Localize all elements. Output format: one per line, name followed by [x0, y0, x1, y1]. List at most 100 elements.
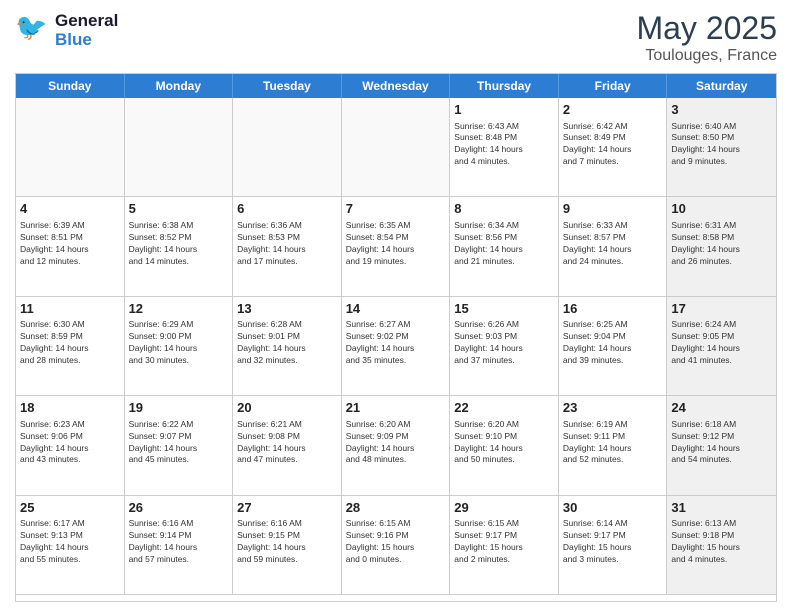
- cell-info: Sunrise: 6:31 AM Sunset: 8:58 PM Dayligh…: [671, 220, 772, 268]
- cell-info: Sunrise: 6:34 AM Sunset: 8:56 PM Dayligh…: [454, 220, 554, 268]
- calendar-cell: 7 Sunrise: 6:35 AM Sunset: 8:54 PM Daylig…: [342, 197, 451, 296]
- calendar-cell: 22 Sunrise: 6:20 AM Sunset: 9:10 PM Dayli…: [450, 396, 559, 495]
- day-number: 1: [454, 101, 554, 119]
- calendar-cell: 5 Sunrise: 6:38 AM Sunset: 8:52 PM Daylig…: [125, 197, 234, 296]
- calendar-cell: 12Sunrise: 6:29 AM Sunset: 9:00 PM Dayli…: [125, 297, 234, 396]
- day-header: Thursday: [450, 74, 559, 98]
- calendar-cell: 29Sunrise: 6:15 AM Sunset: 9:17 PM Dayli…: [450, 496, 559, 595]
- calendar-cell: 4 Sunrise: 6:39 AM Sunset: 8:51 PM Daylig…: [16, 197, 125, 296]
- cell-info: Sunrise: 6:39 AM Sunset: 8:51 PM Dayligh…: [20, 220, 120, 268]
- calendar-cell: 28Sunrise: 6:15 AM Sunset: 9:16 PM Dayli…: [342, 496, 451, 595]
- calendar-cell: [342, 98, 451, 197]
- cell-info: Sunrise: 6:35 AM Sunset: 8:54 PM Dayligh…: [346, 220, 446, 268]
- calendar-cell: 19 Sunrise: 6:22 AM Sunset: 9:07 PM Dayli…: [125, 396, 234, 495]
- day-number: 12: [129, 300, 229, 318]
- cell-info: Sunrise: 6:15 AM Sunset: 9:16 PM Dayligh…: [346, 518, 446, 566]
- day-number: 3: [671, 101, 772, 119]
- day-header: Monday: [125, 74, 234, 98]
- cell-info: Sunrise: 6:13 AM Sunset: 9:18 PM Dayligh…: [671, 518, 772, 566]
- cell-info: Sunrise: 6:23 AM Sunset: 9:06 PM Dayligh…: [20, 419, 120, 467]
- cell-info: Sunrise: 6:42 AM Sunset: 8:49 PM Dayligh…: [563, 121, 663, 169]
- svg-text:🐦: 🐦: [15, 12, 47, 42]
- calendar-cell: [16, 98, 125, 197]
- cell-info: Sunrise: 6:18 AM Sunset: 9:12 PM Dayligh…: [671, 419, 772, 467]
- day-header: Friday: [559, 74, 668, 98]
- calendar-cell: [233, 98, 342, 197]
- logo: 🐦 General Blue: [15, 10, 118, 51]
- day-number: 6: [237, 200, 337, 218]
- day-number: 18: [20, 399, 120, 417]
- day-number: 24: [671, 399, 772, 417]
- calendar-cell: 6 Sunrise: 6:36 AM Sunset: 8:53 PM Daylig…: [233, 197, 342, 296]
- calendar-cell: 3Sunrise: 6:40 AM Sunset: 8:50 PM Daylig…: [667, 98, 776, 197]
- calendar-cell: 26Sunrise: 6:16 AM Sunset: 9:14 PM Dayli…: [125, 496, 234, 595]
- calendar-cell: 21 Sunrise: 6:20 AM Sunset: 9:09 PM Dayli…: [342, 396, 451, 495]
- cell-info: Sunrise: 6:38 AM Sunset: 8:52 PM Dayligh…: [129, 220, 229, 268]
- day-number: 26: [129, 499, 229, 517]
- calendar-cell: 20Sunrise: 6:21 AM Sunset: 9:08 PM Dayli…: [233, 396, 342, 495]
- day-number: 16: [563, 300, 663, 318]
- logo-icon: 🐦: [15, 10, 51, 46]
- day-number: 20: [237, 399, 337, 417]
- day-number: 9: [563, 200, 663, 218]
- day-number: 2: [563, 101, 663, 119]
- cell-info: Sunrise: 6:26 AM Sunset: 9:03 PM Dayligh…: [454, 319, 554, 367]
- day-number: 7: [346, 200, 446, 218]
- day-header: Wednesday: [342, 74, 451, 98]
- title-area: May 2025 Toulouges, France: [636, 10, 777, 65]
- calendar-cell: 13Sunrise: 6:28 AM Sunset: 9:01 PM Dayli…: [233, 297, 342, 396]
- day-headers: SundayMondayTuesdayWednesdayThursdayFrid…: [16, 74, 776, 98]
- cell-info: Sunrise: 6:24 AM Sunset: 9:05 PM Dayligh…: [671, 319, 772, 367]
- calendar: SundayMondayTuesdayWednesdayThursdayFrid…: [15, 73, 777, 602]
- calendar-cell: 8 Sunrise: 6:34 AM Sunset: 8:56 PM Daylig…: [450, 197, 559, 296]
- cell-info: Sunrise: 6:15 AM Sunset: 9:17 PM Dayligh…: [454, 518, 554, 566]
- cell-info: Sunrise: 6:30 AM Sunset: 8:59 PM Dayligh…: [20, 319, 120, 367]
- day-number: 14: [346, 300, 446, 318]
- day-number: 17: [671, 300, 772, 318]
- location: Toulouges, France: [636, 47, 777, 65]
- calendar-cell: 18 Sunrise: 6:23 AM Sunset: 9:06 PM Dayli…: [16, 396, 125, 495]
- cell-info: Sunrise: 6:43 AM Sunset: 8:48 PM Dayligh…: [454, 121, 554, 169]
- cell-info: Sunrise: 6:19 AM Sunset: 9:11 PM Dayligh…: [563, 419, 663, 467]
- cell-info: Sunrise: 6:14 AM Sunset: 9:17 PM Dayligh…: [563, 518, 663, 566]
- calendar-cell: 10 Sunrise: 6:31 AM Sunset: 8:58 PM Dayli…: [667, 197, 776, 296]
- day-number: 8: [454, 200, 554, 218]
- day-number: 21: [346, 399, 446, 417]
- calendar-cell: 23 Sunrise: 6:19 AM Sunset: 9:11 PM Dayli…: [559, 396, 668, 495]
- day-number: 5: [129, 200, 229, 218]
- day-number: 11: [20, 300, 120, 318]
- calendar-cell: 31Sunrise: 6:13 AM Sunset: 9:18 PM Dayli…: [667, 496, 776, 595]
- calendar-cell: 15Sunrise: 6:26 AM Sunset: 9:03 PM Dayli…: [450, 297, 559, 396]
- day-number: 15: [454, 300, 554, 318]
- day-header: Tuesday: [233, 74, 342, 98]
- day-number: 19: [129, 399, 229, 417]
- day-number: 13: [237, 300, 337, 318]
- day-number: 27: [237, 499, 337, 517]
- day-header: Sunday: [16, 74, 125, 98]
- calendar-cell: 24 Sunrise: 6:18 AM Sunset: 9:12 PM Dayli…: [667, 396, 776, 495]
- day-number: 10: [671, 200, 772, 218]
- cell-info: Sunrise: 6:16 AM Sunset: 9:15 PM Dayligh…: [237, 518, 337, 566]
- logo-text: General Blue: [55, 12, 118, 49]
- calendar-cell: 17Sunrise: 6:24 AM Sunset: 9:05 PM Dayli…: [667, 297, 776, 396]
- cell-info: Sunrise: 6:20 AM Sunset: 9:10 PM Dayligh…: [454, 419, 554, 467]
- day-number: 4: [20, 200, 120, 218]
- cell-info: Sunrise: 6:29 AM Sunset: 9:00 PM Dayligh…: [129, 319, 229, 367]
- cell-info: Sunrise: 6:36 AM Sunset: 8:53 PM Dayligh…: [237, 220, 337, 268]
- calendar-grid: 1 Sunrise: 6:43 AM Sunset: 8:48 PM Daylig…: [16, 98, 776, 595]
- calendar-cell: 27Sunrise: 6:16 AM Sunset: 9:15 PM Dayli…: [233, 496, 342, 595]
- header: 🐦 General Blue May 2025 Toulouges, Franc…: [15, 10, 777, 65]
- day-header: Saturday: [667, 74, 776, 98]
- logo-general: General: [55, 12, 118, 31]
- calendar-cell: 1 Sunrise: 6:43 AM Sunset: 8:48 PM Daylig…: [450, 98, 559, 197]
- cell-info: Sunrise: 6:33 AM Sunset: 8:57 PM Dayligh…: [563, 220, 663, 268]
- day-number: 23: [563, 399, 663, 417]
- calendar-cell: 25Sunrise: 6:17 AM Sunset: 9:13 PM Dayli…: [16, 496, 125, 595]
- cell-info: Sunrise: 6:22 AM Sunset: 9:07 PM Dayligh…: [129, 419, 229, 467]
- calendar-cell: 9 Sunrise: 6:33 AM Sunset: 8:57 PM Daylig…: [559, 197, 668, 296]
- calendar-cell: [125, 98, 234, 197]
- cell-info: Sunrise: 6:20 AM Sunset: 9:09 PM Dayligh…: [346, 419, 446, 467]
- cell-info: Sunrise: 6:25 AM Sunset: 9:04 PM Dayligh…: [563, 319, 663, 367]
- calendar-cell: 16Sunrise: 6:25 AM Sunset: 9:04 PM Dayli…: [559, 297, 668, 396]
- day-number: 22: [454, 399, 554, 417]
